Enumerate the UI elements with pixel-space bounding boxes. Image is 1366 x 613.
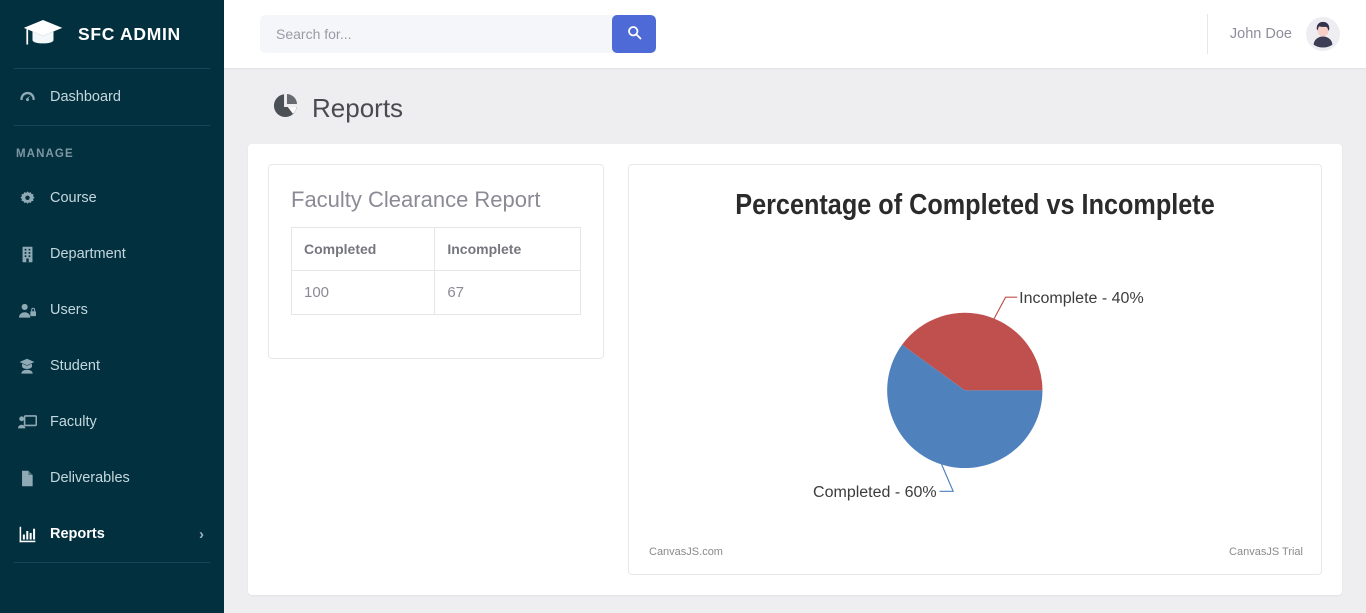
graduation-cap-icon: [23, 20, 63, 45]
dashboard-gauge-icon: [16, 89, 38, 106]
sidebar-item-label: Faculty: [50, 414, 97, 430]
search-icon: [627, 25, 642, 43]
sidebar-item-course[interactable]: Course: [0, 170, 224, 226]
sidebar: SFC ADMIN Dashboard MANAGE Course Depart…: [0, 0, 224, 613]
pie-chart-card: Percentage of Completed vs Incomplete In…: [628, 164, 1322, 575]
sidebar-item-department[interactable]: Department: [0, 226, 224, 282]
chevron-right-icon: ›: [199, 525, 204, 543]
pie-chart-icon: [272, 92, 299, 124]
sidebar-section-manage: MANAGE: [16, 148, 74, 160]
admin-dashboard-page: SFC ADMIN Dashboard MANAGE Course Depart…: [0, 0, 1366, 613]
user-name: John Doe: [1229, 26, 1292, 42]
bar-chart-icon: [16, 526, 38, 543]
column-header-completed: Completed: [290, 227, 436, 271]
page-title: Reports: [312, 92, 404, 123]
brand-title: SFC ADMIN: [78, 23, 181, 44]
pie-label-completed: Completed - 60%: [813, 484, 937, 501]
file-icon: [16, 470, 38, 487]
search-bar: [260, 15, 656, 53]
faculty-clearance-table: Completed Incomplete 100 67: [290, 227, 581, 315]
student-icon: [16, 358, 38, 375]
sidebar-item-reports[interactable]: Reports ›: [0, 506, 224, 562]
cell-completed: 100: [290, 270, 436, 315]
user-menu[interactable]: John Doe: [1206, 14, 1340, 54]
sidebar-item-student[interactable]: Student: [0, 338, 224, 394]
faculty-clearance-report-card: Faculty Clearance Report Completed Incom…: [268, 164, 604, 359]
table-header-row: Completed Incomplete: [290, 227, 581, 271]
canvasjs-credit-left[interactable]: CanvasJS.com: [649, 546, 723, 558]
pie-chart: Incomplete - 40% Completed - 60%: [629, 165, 1321, 574]
reports-panel: Faculty Clearance Report Completed Incom…: [248, 144, 1342, 595]
sidebar-item-label: Dashboard: [50, 89, 121, 105]
user-lock-icon: [16, 302, 38, 319]
gear-icon: [16, 190, 38, 207]
sidebar-item-label: Course: [50, 190, 97, 206]
search-button[interactable]: [612, 15, 656, 53]
pie-chart-svg: Incomplete - 40% Completed - 60%: [813, 290, 1144, 501]
page-content: Reports Faculty Clearance Report Complet…: [224, 68, 1366, 613]
pie-label-incomplete: Incomplete - 40%: [1019, 290, 1144, 307]
sidebar-item-faculty[interactable]: Faculty: [0, 394, 224, 450]
canvasjs-credit-right: CanvasJS Trial: [1229, 546, 1303, 558]
topbar: John Doe: [224, 0, 1366, 68]
sidebar-item-label: Deliverables: [50, 470, 130, 486]
table-row: 100 67: [290, 270, 581, 315]
building-icon: [16, 246, 38, 263]
brand[interactable]: SFC ADMIN: [0, 0, 224, 68]
main-area: John Doe Rep: [224, 0, 1366, 613]
sidebar-item-label: Reports: [50, 526, 105, 542]
sidebar-item-label: Department: [50, 246, 126, 262]
sidebar-item-label: Student: [50, 358, 100, 374]
chalkboard-user-icon: [16, 414, 38, 431]
sidebar-item-deliverables[interactable]: Deliverables: [0, 450, 224, 506]
avatar: [1306, 17, 1340, 51]
divider-reports: [14, 562, 210, 563]
leader-line-completed: [939, 463, 955, 492]
report-card-title: Faculty Clearance Report: [291, 187, 541, 212]
sidebar-item-users[interactable]: Users: [0, 282, 224, 338]
sidebar-item-label: Users: [50, 302, 88, 318]
search-input[interactable]: [260, 15, 617, 53]
cell-incomplete: 67: [434, 270, 581, 315]
sidebar-item-dashboard[interactable]: Dashboard: [0, 69, 224, 125]
page-header: Reports: [248, 68, 1342, 144]
column-header-incomplete: Incomplete: [434, 227, 581, 271]
